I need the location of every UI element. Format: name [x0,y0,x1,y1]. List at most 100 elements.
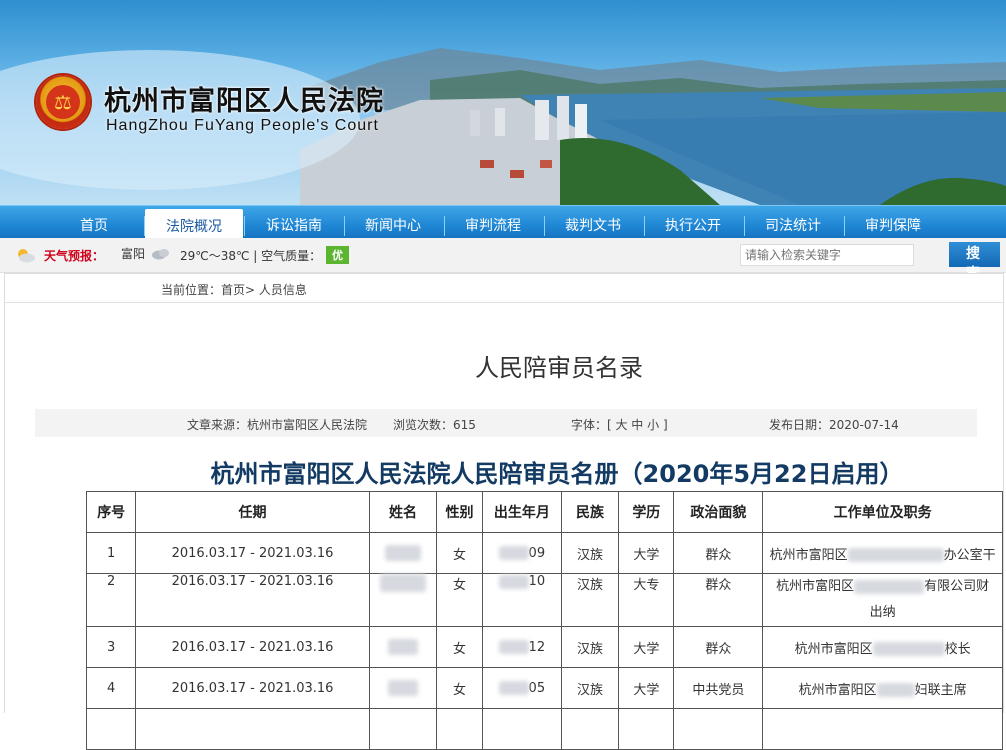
cell-no: 2 [85,573,137,627]
breadcrumb: 当前位置：首页> 人员信息 [161,283,307,297]
column-header-ethnicity: 民族 [560,491,620,533]
main-nav: 首页 法院概况 诉讼指南 新闻中心 审判流程 裁判文书 执行公开 司法统计 审判… [0,205,1006,239]
redacted-birth [498,681,529,695]
nav-item-news[interactable]: 新闻中心 [344,206,442,239]
cell-name-redacted [368,626,438,668]
cell-birth: 12 [481,626,562,668]
cell-gender: 女 [436,626,483,668]
nav-item-statistics[interactable]: 司法统计 [744,206,842,239]
cell-education: 大学 [618,667,675,709]
cell-ethnicity: 汉族 [560,573,620,627]
redacted-name [387,680,418,696]
table-row: 2 2016.03.17 - 2021.03.16 女 10 汉族 大专 群众 … [85,573,1003,627]
cell-education: 大学 [618,532,675,574]
article-title: 人民陪审员名录 [475,354,643,382]
publish-date: 发布日期：2020-07-14 [769,418,899,432]
work-tail: 校长 [944,641,971,657]
birth-tail: 12 [528,639,546,655]
cell-gender: 女 [436,667,483,709]
birth-tail: 10 [528,574,546,589]
cell-no: 4 [85,667,137,709]
scales-of-justice-icon: ⚖ [46,85,80,119]
table-row: 3 2016.03.17 - 2021.03.16 女 12 汉族 大学 群众 … [85,626,1003,668]
court-name-cn[interactable]: 杭州市富阳区人民法院 [104,79,384,118]
redacted-work [847,548,944,562]
search-input[interactable] [740,244,914,266]
cell-birth: 09 [481,532,562,574]
nav-item-home[interactable]: 首页 [45,206,143,239]
nav-item-trial-support[interactable]: 审判保障 [844,206,942,239]
cell-political: 群众 [673,573,764,627]
table-header-row: 序号 任期 姓名 性别 出生年月 民族 学历 政治面貌 工作单位及职务 [85,491,1003,533]
document-heading: 杭州市富阳区人民法院人民陪审员名册（2020年5月22日启用） [210,460,904,488]
column-header-work: 工作单位及职务 [762,491,1003,533]
cell-empty [618,708,675,750]
birth-tail: 09 [528,545,546,561]
sun-cloud-icon [18,249,35,263]
cell-empty [762,708,1003,750]
work-head: 杭州市富阳区 [776,579,855,594]
redacted-work [872,642,945,656]
cell-work: 杭州市富阳区 校长 [762,626,1003,668]
column-header-no: 序号 [85,491,137,533]
cell-work: 杭州市富阳区 妇联主席 [762,667,1003,709]
cell-name-redacted [368,573,438,627]
breadcrumb-divider [5,302,1003,303]
article-source: 文章来源：杭州市富阳区人民法院 [187,418,368,432]
column-header-birth: 出生年月 [481,491,562,533]
cell-empty [481,708,562,750]
search-button[interactable]: 搜 索 [949,242,1000,282]
nav-item-judgments[interactable]: 裁判文书 [544,206,642,239]
nav-item-litigation-guide[interactable]: 诉讼指南 [245,206,343,239]
nav-item-court-overview[interactable]: 法院概况 [145,209,243,239]
work-head: 杭州市富阳区 [769,547,848,563]
cell-work: 杭州市富阳区 办公室干 [762,532,1003,574]
cell-gender: 女 [436,573,483,627]
redacted-work [854,579,925,594]
cell-work: 杭州市富阳区 有限公司财 出纳 [762,573,1003,627]
cell-empty [436,708,483,750]
column-header-gender: 性别 [436,491,483,533]
site-banner: ⚖ 杭州市富阳区人民法院 HangZhou FuYang People's Co… [0,0,1006,205]
info-bar: 天气预报： 富阳 29℃～38℃ | 空气质量： 优 搜 索 [0,238,1006,282]
weather-label: 天气预报： [44,249,105,263]
cloudy-icon [152,249,169,260]
font-size-switch[interactable]: 字体：[ 大 中 小 ] [571,416,668,433]
table-row: 1 2016.03.17 - 2021.03.16 女 09 汉族 大学 群众 … [85,532,1003,574]
article-views: 浏览次数：615 [393,418,476,432]
work-extra: 出纳 [869,605,896,620]
work-head: 杭州市富阳区 [798,682,877,698]
table-row [85,708,1003,750]
cell-ethnicity: 汉族 [560,532,620,574]
cell-name-redacted [368,667,438,709]
redacted-name [387,639,418,655]
cell-ethnicity: 汉族 [560,626,620,668]
redacted-birth [498,640,529,654]
content-panel: 当前位置：首页> 人员信息 人民陪审员名录 文章来源：杭州市富阳区人民法院 浏览… [4,273,1004,750]
nav-item-trial-process[interactable]: 审判流程 [444,206,542,239]
cell-empty [368,708,438,750]
cell-education: 大专 [618,573,675,627]
work-tail: 办公室干 [943,547,996,563]
cell-birth: 05 [481,667,562,709]
cell-empty [673,708,764,750]
cell-name-redacted [368,532,438,574]
redacted-name [379,574,426,592]
article-meta-bar: 文章来源：杭州市富阳区人民法院 浏览次数：615 字体：[ 大 中 小 ] 发布… [35,409,977,437]
cell-gender: 女 [436,532,483,574]
court-name-en: HangZhou FuYang People's Court [106,117,379,134]
cell-political: 群众 [673,626,764,668]
court-emblem-icon[interactable]: ⚖ [36,75,90,129]
work-head: 杭州市富阳区 [794,641,873,657]
cell-term: 2016.03.17 - 2021.03.16 [135,667,370,709]
redacted-name [384,545,421,561]
cell-empty [85,708,137,750]
cell-empty [560,708,620,750]
nav-item-enforcement[interactable]: 执行公开 [644,206,742,239]
cell-term: 2016.03.17 - 2021.03.16 [135,532,370,574]
redacted-birth [498,574,529,589]
work-tail: 妇联主席 [914,682,967,698]
aqi-badge: 优 [326,246,349,264]
redacted-birth [498,546,529,560]
cell-ethnicity: 汉族 [560,667,620,709]
